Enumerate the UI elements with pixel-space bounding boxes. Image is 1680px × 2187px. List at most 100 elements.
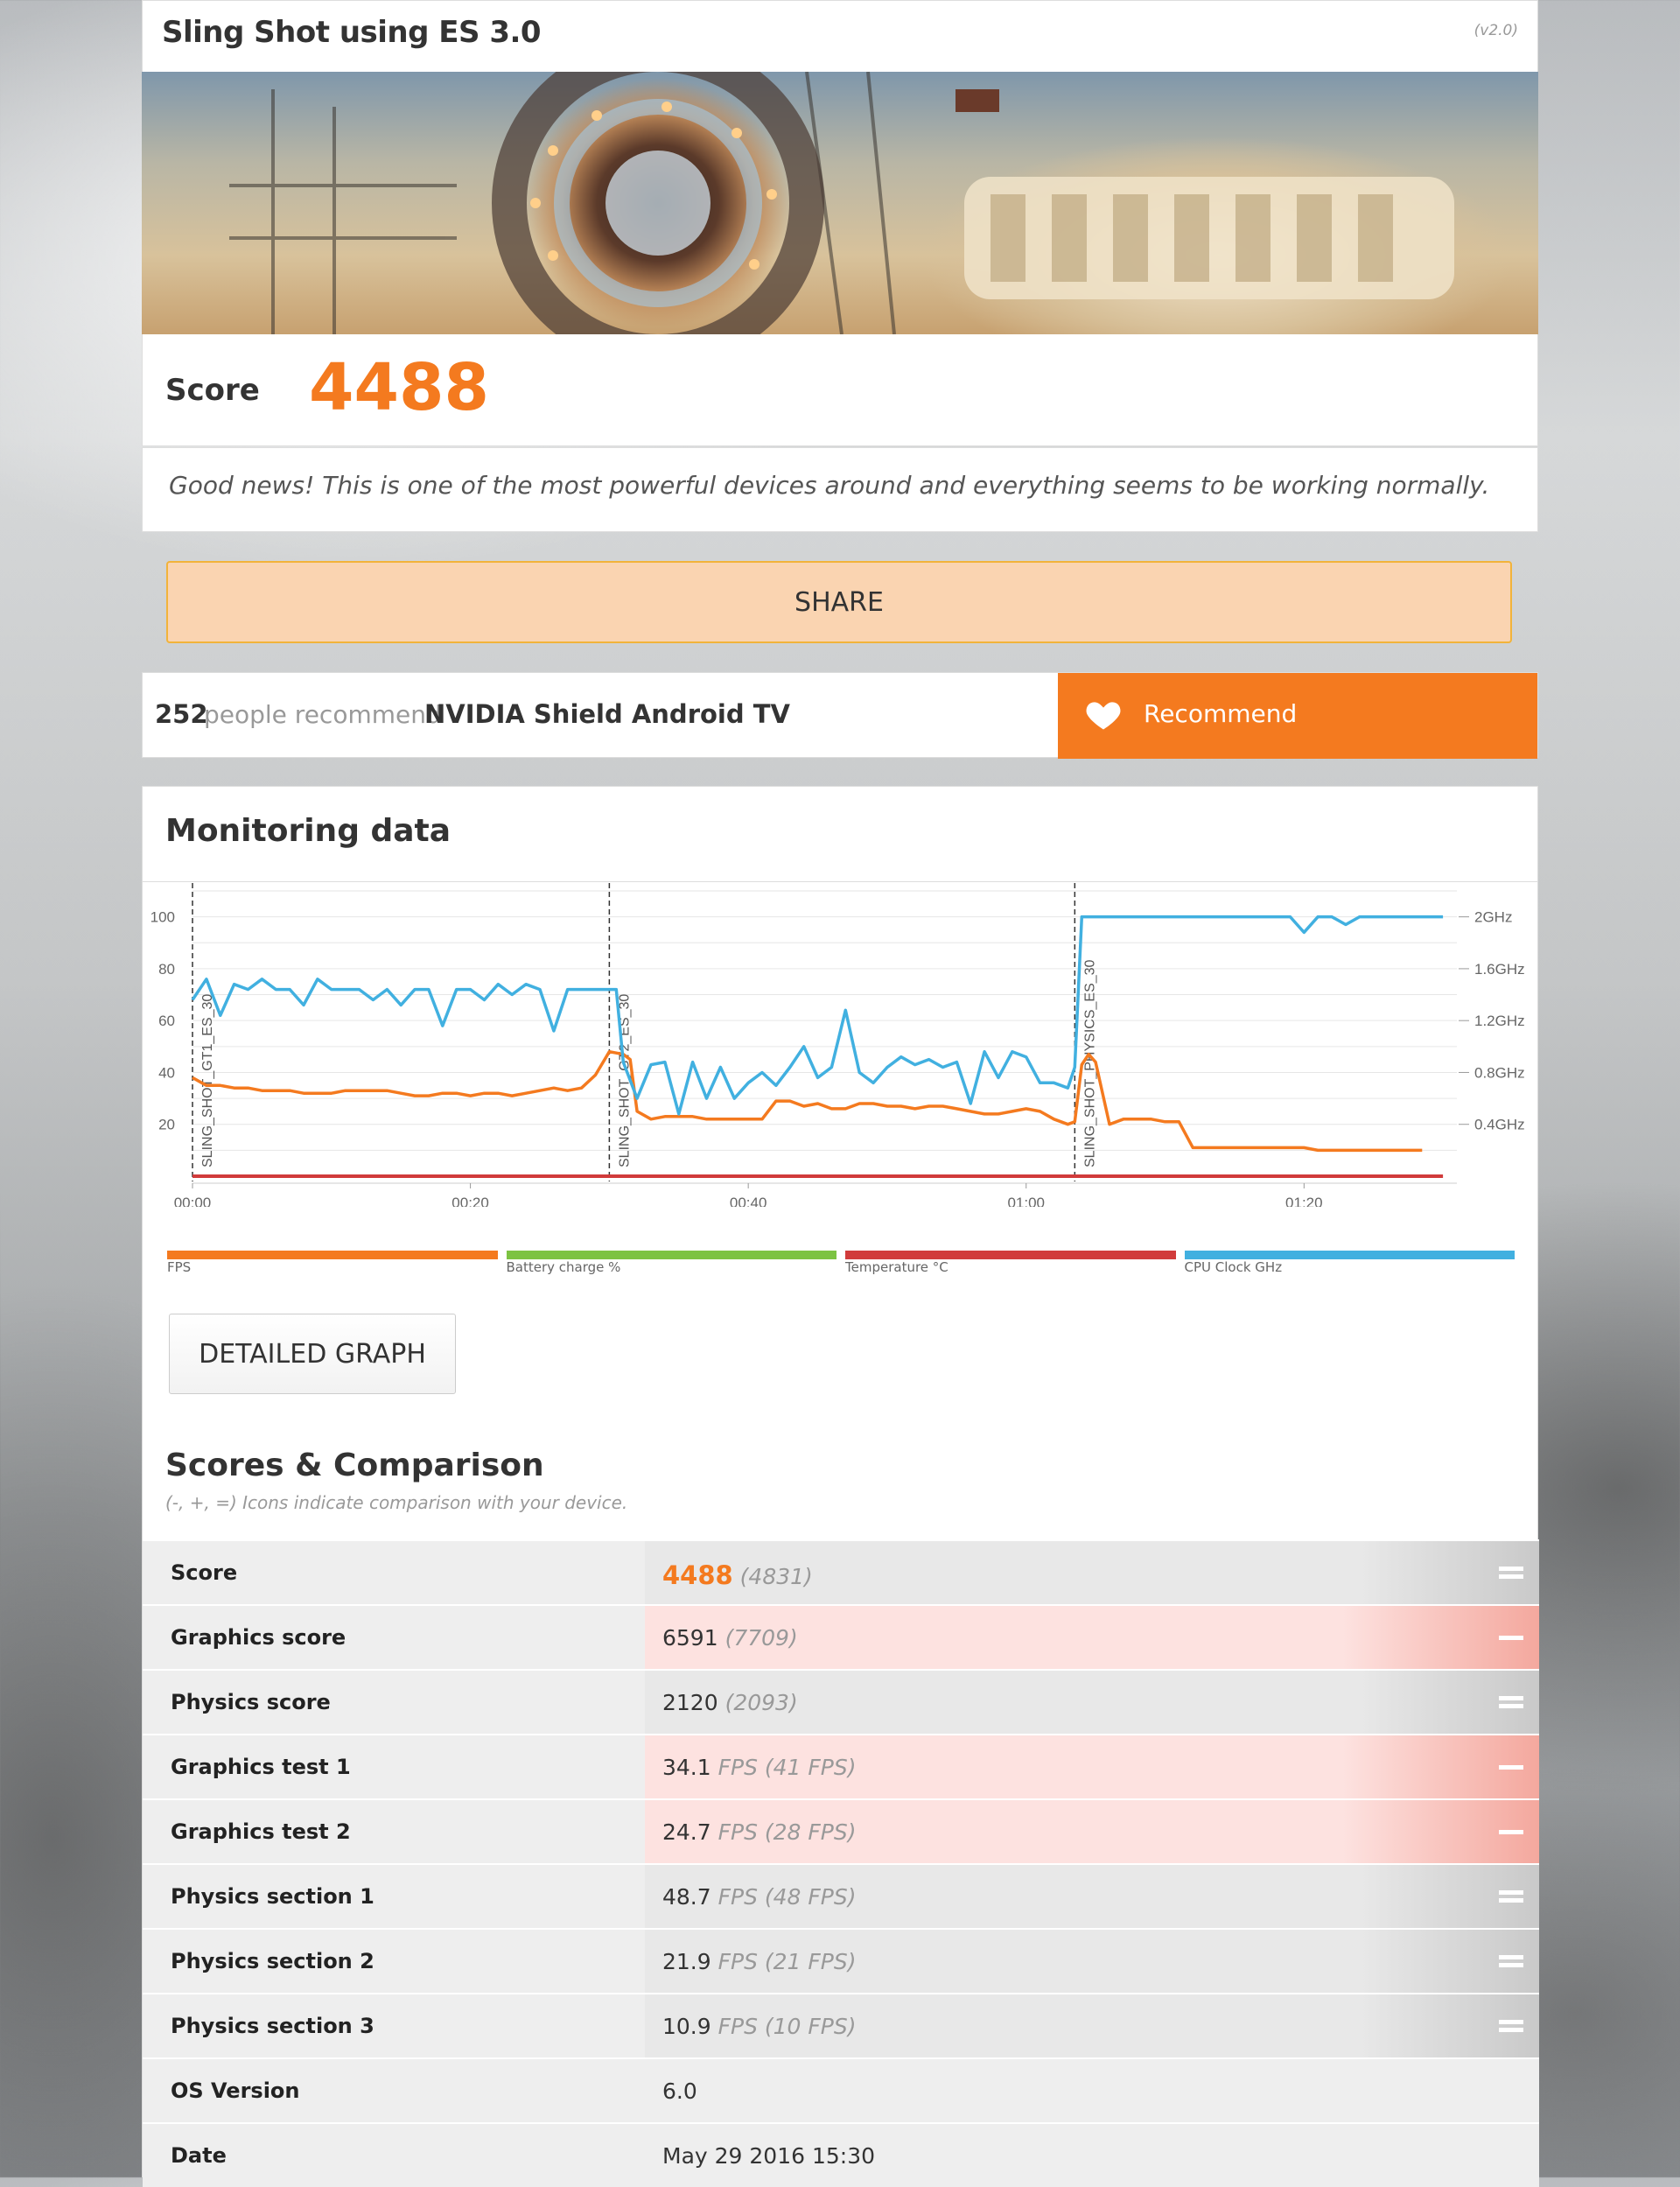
row-value-cell: 21.9 FPS (21 FPS) <box>645 1930 1539 1993</box>
legend-label: CPU Clock GHz <box>1184 1259 1283 1275</box>
row-value: 2120 (2093) <box>662 1690 798 1715</box>
status-message: Good news! This is one of the most power… <box>169 471 1490 500</box>
equal-icon <box>1499 1955 1523 1967</box>
y-right-tick-label: 0.8GHz <box>1474 1064 1525 1081</box>
y-right-tick-label: 1.2GHz <box>1474 1013 1525 1029</box>
y-right-tick-label: 0.4GHz <box>1474 1117 1525 1133</box>
row-value-cell: 4488 (4831) <box>645 1541 1539 1604</box>
test-marker-label: SLING_SHOT_GT1_ES_30 <box>200 994 215 1167</box>
version-label: (v2.0) <box>1474 22 1518 39</box>
table-row: Graphics test 2 24.7 FPS (28 FPS) <box>143 1798 1539 1863</box>
row-label: Graphics test 1 <box>171 1755 351 1779</box>
hero-artwork <box>229 72 1454 334</box>
row-label: Score <box>171 1560 238 1585</box>
row-value: 6591 (7709) <box>662 1625 798 1651</box>
row-value-number: 6591 <box>662 1625 718 1651</box>
legend-swatch <box>506 1251 836 1259</box>
minus-icon <box>1499 1636 1523 1640</box>
legend-label: FPS <box>167 1259 192 1275</box>
x-tick-label: 00:40 <box>730 1195 767 1207</box>
table-row: Physics score 2120 (2093) <box>143 1669 1539 1734</box>
legend-swatch <box>845 1251 1176 1259</box>
row-label: Physics section 2 <box>171 1949 374 1973</box>
row-value: 4488 (4831) <box>662 1560 813 1590</box>
x-tick-label: 00:00 <box>174 1195 212 1207</box>
table-row: Physics section 2 21.9 FPS (21 FPS) <box>143 1928 1539 1993</box>
series-line-fps <box>192 1049 1423 1153</box>
table-row: Physics section 3 10.9 FPS (10 FPS) <box>143 1993 1539 2057</box>
row-label: OS Version <box>171 2078 300 2103</box>
page-title: Sling Shot using ES 3.0 <box>162 15 542 50</box>
y-left-tick-label: 20 <box>158 1117 175 1133</box>
monitoring-panel: Monitoring data 100 80 60 40 20 2GHz 1.6GHz 1.2… <box>142 786 1539 2187</box>
table-row: Physics section 1 48.7 FPS (48 FPS) <box>143 1863 1539 1928</box>
legend-label: Battery charge % <box>506 1259 621 1275</box>
detailed-graph-button[interactable]: DETAILED GRAPH <box>169 1314 456 1394</box>
row-value-cell: 6.0 <box>645 2059 1539 2122</box>
recommend-count: 252 <box>155 699 208 729</box>
row-value-number: 24.7 <box>662 1819 711 1845</box>
row-label: Graphics score <box>171 1625 346 1650</box>
row-value-number: 4488 <box>662 1560 733 1590</box>
legend-swatch <box>167 1251 498 1259</box>
row-value-cell: 6591 (7709) <box>645 1606 1539 1669</box>
recommend-button[interactable]: Recommend <box>1058 673 1537 759</box>
device-name[interactable]: NVIDIA Shield Android TV <box>424 699 790 729</box>
status-message-box: Good news! This is one of the most power… <box>142 447 1538 532</box>
scores-subtitle: (-, +, =) Icons indicate comparison with… <box>165 1492 628 1513</box>
row-value: 48.7 FPS (48 FPS) <box>662 1884 856 1910</box>
x-tick-label: 00:20 <box>452 1195 489 1207</box>
chart-markers: SLING_SHOT_GT1_ES_30 SLING_SHOT_GT2_ES_30… <box>192 883 1097 1181</box>
row-label: Date <box>171 2143 227 2168</box>
row-value-cell: May 29 2016 15:30 <box>645 2124 1539 2187</box>
row-label: Graphics test 2 <box>171 1819 351 1844</box>
chart-grid <box>192 890 1457 1184</box>
legend-label: Temperature °C <box>845 1259 948 1275</box>
score-value: 4488 <box>309 350 489 425</box>
row-value: 10.9 FPS (10 FPS) <box>662 2014 856 2039</box>
title-bar: Sling Shot using ES 3.0 (v2.0) <box>142 0 1538 72</box>
row-compare-value: FPS (48 FPS) <box>710 1884 857 1910</box>
row-value: 6.0 <box>662 2078 697 2104</box>
monitoring-title: Monitoring data <box>165 813 452 849</box>
row-value-number: 34.1 <box>662 1755 711 1780</box>
equal-icon <box>1499 1696 1523 1708</box>
recommend-text: people recommend <box>204 700 442 729</box>
row-label: Physics section 3 <box>171 2014 374 2038</box>
y-right-tick-label: 2GHz <box>1474 909 1512 926</box>
row-value: 34.1 FPS (41 FPS) <box>662 1755 856 1780</box>
table-row: Score 4488 (4831) <box>143 1539 1539 1604</box>
row-value-cell: 24.7 FPS (28 FPS) <box>645 1800 1539 1863</box>
row-value-cell: 2120 (2093) <box>645 1671 1539 1734</box>
minus-icon <box>1499 1765 1523 1770</box>
row-compare-value: FPS (41 FPS) <box>710 1755 857 1780</box>
equal-icon <box>1499 1890 1523 1903</box>
equal-icon <box>1499 1567 1523 1579</box>
row-value-number: 6.0 <box>662 2078 697 2104</box>
table-row: Graphics test 1 34.1 FPS (41 FPS) <box>143 1734 1539 1798</box>
equal-icon <box>1499 2020 1523 2032</box>
heart-icon <box>1086 702 1121 730</box>
y-right-tick-label: 1.6GHz <box>1474 961 1525 978</box>
score-label: Score <box>165 373 260 408</box>
row-compare-value: (2093) <box>718 1690 798 1715</box>
share-button[interactable]: SHARE <box>166 561 1512 643</box>
monitoring-chart: 100 80 60 40 20 2GHz 1.6GHz 1.2GHz 0.8GHz 0.4GHz 0… <box>150 883 1525 1207</box>
y-left-tick-label: 60 <box>158 1013 175 1029</box>
row-compare-value: FPS (21 FPS) <box>710 1949 857 1974</box>
row-compare-value: (7709) <box>718 1625 798 1651</box>
x-tick-label: 01:20 <box>1285 1195 1323 1207</box>
row-value: 21.9 FPS (21 FPS) <box>662 1949 856 1974</box>
y-left-tick-label: 100 <box>150 909 175 926</box>
series-line-cpu-clock-ghz <box>191 915 1444 1116</box>
row-compare-value: FPS (10 FPS) <box>710 2014 857 2039</box>
table-row: Graphics score 6591 (7709) <box>143 1604 1539 1669</box>
row-value-cell: 10.9 FPS (10 FPS) <box>645 1994 1539 2057</box>
scores-table: Score 4488 (4831) Graphics score 6591 (7709… <box>143 1539 1539 2187</box>
minus-icon <box>1499 1830 1523 1834</box>
row-label: Physics score <box>171 1690 331 1714</box>
row-compare-value: FPS (28 FPS) <box>710 1819 857 1845</box>
y-left-tick-label: 40 <box>158 1064 175 1081</box>
row-value-number: 48.7 <box>662 1884 711 1910</box>
row-label: Physics section 1 <box>171 1884 374 1909</box>
